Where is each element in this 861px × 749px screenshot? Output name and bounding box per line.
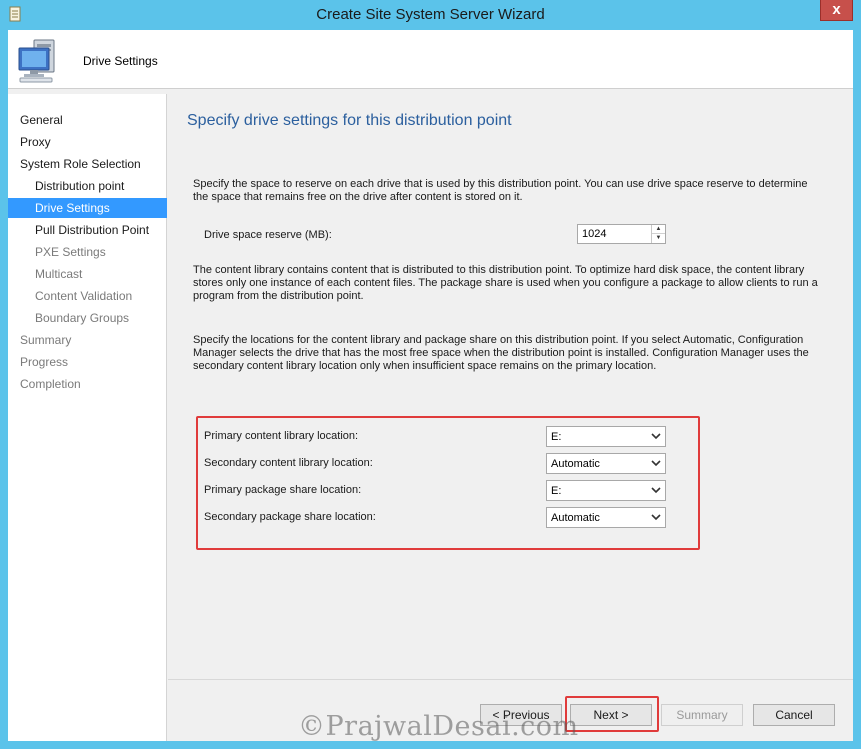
nav-item-proxy[interactable]: Proxy [8, 132, 167, 152]
nav-item-drive-settings[interactable]: Drive Settings [8, 198, 167, 218]
wizard-header: Drive Settings [8, 30, 853, 89]
spin-buttons: ▲ ▼ [651, 225, 665, 243]
primary-package-share-value: E: [551, 485, 562, 497]
secondary-content-library-label: Secondary content library location: [204, 457, 373, 469]
wizard-client-area: Drive Settings General Proxy System Role… [8, 30, 853, 741]
reserve-value[interactable]: 1024 [582, 228, 606, 240]
reserve-label: Drive space reserve (MB): [204, 229, 332, 241]
chevron-down-icon [651, 487, 661, 494]
computer-icon [18, 39, 55, 83]
nav-item-content-validation: Content Validation [35, 289, 133, 303]
nav-item-completion: Completion [20, 377, 81, 391]
locations-description: Specify the locations for the content li… [193, 334, 809, 372]
watermark: ©PrajwalDesai.com [298, 711, 579, 742]
next-button[interactable]: Next > [570, 704, 652, 726]
primary-package-share-label: Primary package share location: [204, 484, 362, 496]
chevron-down-icon [651, 460, 661, 467]
nav-item-general[interactable]: General [8, 110, 167, 130]
nav-item-boundary-groups: Boundary Groups [35, 311, 130, 325]
reserve-spinbox[interactable]: 1024 ▲ ▼ [577, 224, 666, 244]
content-library-description: The content library contains content tha… [193, 264, 818, 302]
chevron-down-icon [651, 514, 661, 521]
primary-package-share-select[interactable]: E: [546, 480, 666, 501]
window-title: Create Site System Server Wizard [316, 6, 545, 23]
nav-item-progress: Progress [20, 355, 69, 369]
wizard-page: Specify drive settings for this distribu… [168, 94, 853, 679]
title-bar[interactable]: Create Site System Server Wizard x [0, 0, 861, 30]
nav-item-summary: Summary [20, 333, 72, 347]
header-title: Drive Settings [83, 54, 158, 68]
nav-item-multicast: Multicast [35, 267, 83, 281]
cancel-button[interactable]: Cancel [753, 704, 835, 726]
wizard-window: Create Site System Server Wizard x Drive… [0, 0, 861, 749]
close-icon: x [832, 1, 841, 18]
nav-item-pull-distribution-point[interactable]: Pull Distribution Point [8, 220, 167, 240]
close-button[interactable]: x [820, 0, 853, 21]
primary-content-library-label: Primary content library location: [204, 430, 359, 442]
nav-item-distribution-point[interactable]: Distribution point [8, 176, 167, 196]
summary-button: Summary [661, 704, 743, 726]
secondary-package-share-value: Automatic [551, 512, 600, 524]
primary-content-library-value: E: [551, 431, 562, 443]
nav-item-pxe-settings: PXE Settings [35, 245, 106, 259]
primary-content-library-select[interactable]: E: [546, 426, 666, 447]
wizard-nav: General Proxy System Role Selection Dist… [8, 94, 167, 741]
page-title: Specify drive settings for this distribu… [187, 112, 512, 129]
secondary-content-library-select[interactable]: Automatic [546, 453, 666, 474]
chevron-down-icon [651, 433, 661, 440]
reserve-description: Specify the space to reserve on each dri… [193, 178, 808, 203]
spin-down-icon[interactable]: ▼ [652, 234, 665, 243]
spin-up-icon[interactable]: ▲ [652, 225, 665, 234]
nav-item-system-role-selection[interactable]: System Role Selection [8, 154, 167, 174]
secondary-package-share-label: Secondary package share location: [204, 511, 376, 523]
secondary-package-share-select[interactable]: Automatic [546, 507, 666, 528]
secondary-content-library-value: Automatic [551, 458, 600, 470]
